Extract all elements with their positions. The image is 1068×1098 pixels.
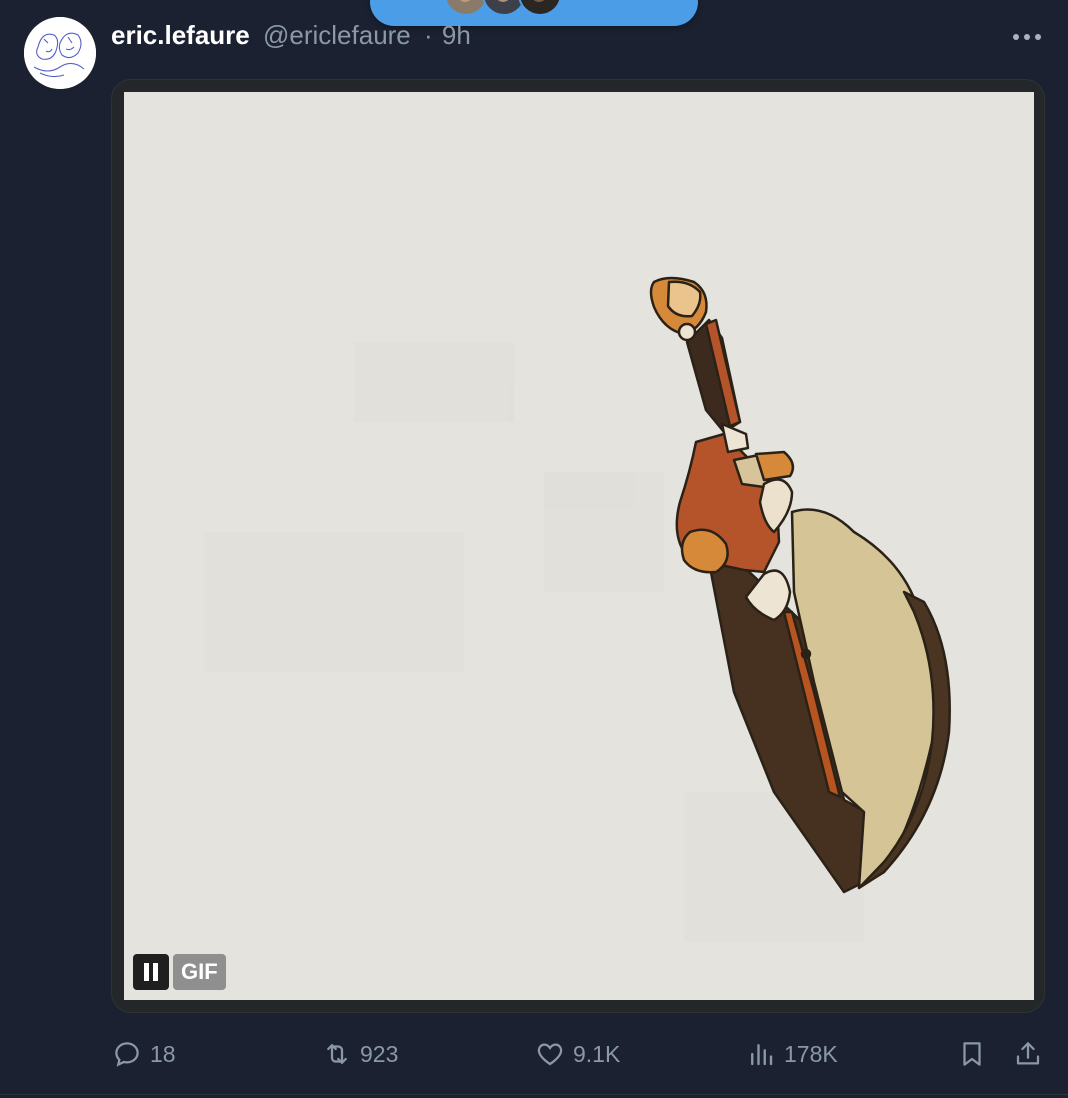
share-button[interactable] [1013,1034,1043,1074]
avatar[interactable] [24,17,96,89]
repost-count: 923 [360,1040,399,1067]
views-button[interactable]: 178K [746,1034,838,1074]
bookmark-button[interactable] [957,1034,987,1074]
like-count: 9.1K [573,1040,621,1067]
pill-avatar [518,0,562,16]
gif-badge: GIF [173,954,226,990]
gif-illustration [204,276,951,942]
bookmark-icon [963,1042,981,1066]
post-media[interactable] [111,79,1045,1013]
pill-avatar [444,0,488,16]
gif-frame [124,92,1034,1000]
user-handle[interactable]: @ericlefaure [263,20,411,50]
repost-icon [327,1044,347,1064]
like-button[interactable]: 9.1K [535,1034,620,1074]
action-bar: 18 923 9.1K 178K [0,1034,1068,1074]
display-name[interactable]: eric.lefaure [111,20,250,50]
separator: · [424,20,433,50]
view-count: 178K [784,1040,838,1067]
reply-count: 18 [150,1040,176,1067]
more-options-icon[interactable] [1013,34,1043,42]
post-time[interactable]: 9h [442,20,471,50]
pause-icon[interactable] [133,954,169,990]
repost-button[interactable]: 923 [322,1034,398,1074]
divider [0,1094,1068,1095]
gif-controls: GIF [133,954,226,990]
post-header: eric.lefaure @ericlefaure · 9h [111,20,471,51]
share-icon [1016,1042,1040,1065]
avatar-sketch-icon [24,17,96,89]
analytics-icon [751,1044,773,1066]
reply-icon [115,1042,139,1067]
heart-icon [537,1043,563,1066]
reply-button[interactable]: 18 [112,1034,176,1074]
